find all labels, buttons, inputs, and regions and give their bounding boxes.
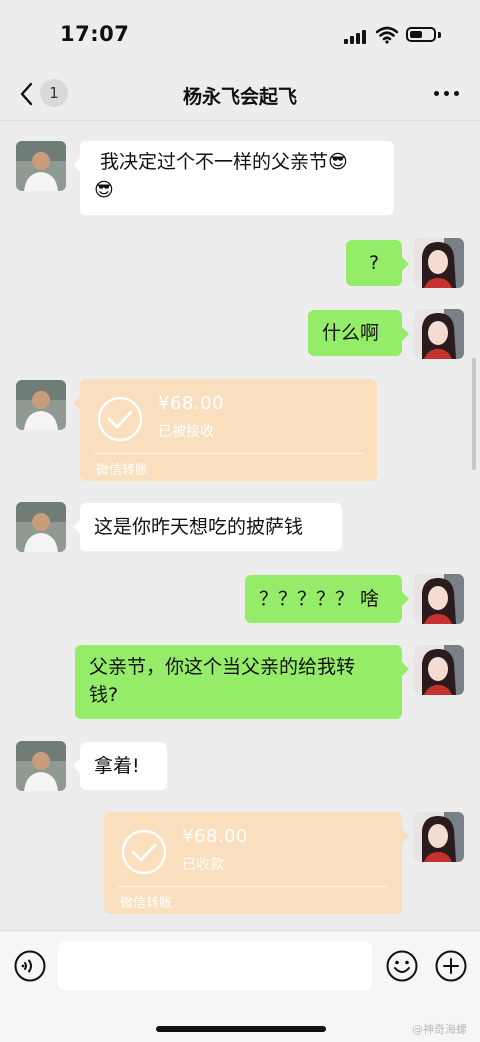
divider [118,886,388,887]
chat-header: 1 杨永飞会起飞 [0,70,480,121]
contact-avatar[interactable] [16,502,66,552]
message-text: 什么啊 [322,322,380,344]
scrollbar[interactable] [472,358,476,470]
my-avatar[interactable] [414,309,464,359]
wifi-icon [376,26,398,44]
check-circle-icon [97,396,143,442]
emoji-icon[interactable] [386,950,418,982]
divider [94,453,363,454]
transfer-status: 已收款 [182,857,224,873]
transfer-status: 已被接收 [158,424,214,440]
message-text: 我决定过个不一样的父亲节😎 [100,151,348,173]
battery-cap [438,32,441,38]
message-bubble-outgoing[interactable]: ？？？？？ 啥 [245,575,409,623]
transfer-card-incoming[interactable]: ¥68.00 已被接收 微信转账 [73,379,377,481]
input-bar [0,930,480,1042]
my-avatar[interactable] [414,574,464,624]
message-bubble-incoming[interactable]: 这是你昨天想吃的披萨钱 [73,503,342,551]
status-bar: 17:07 [0,0,480,70]
message-bubble-outgoing[interactable]: ? [346,240,409,286]
more-options-icon[interactable] [432,80,462,104]
battery-level [410,31,422,38]
my-avatar[interactable] [414,645,464,695]
contact-avatar[interactable] [16,741,66,791]
message-text: ？？？？？ 啥 [259,588,380,610]
message-bubble-incoming[interactable]: 我决定过个不一样的父亲节😎 😎 [73,141,394,215]
message-input[interactable] [58,942,372,990]
message-text-line2: 😎 [94,179,114,201]
home-indicator[interactable] [156,1026,326,1032]
transfer-label: 微信转账 [120,896,173,911]
message-text: 父亲节，你这个当父亲的给我转 [89,656,356,678]
message-bubble-outgoing[interactable]: 父亲节，你这个当父亲的给我转 钱? [75,645,409,719]
transfer-label: 微信转账 [96,463,149,478]
transfer-amount: ¥68.00 [182,826,248,847]
contact-avatar[interactable] [16,141,66,191]
check-circle-icon [121,829,167,875]
status-time: 17:07 [60,22,130,46]
message-bubble-incoming[interactable]: 拿着! [73,742,167,790]
cellular-signal-icon [344,30,368,44]
contact-avatar[interactable] [16,380,66,430]
plus-icon[interactable] [435,950,467,982]
watermark: @神奇海螺 [412,1023,467,1036]
transfer-amount: ¥68.00 [158,393,224,414]
my-avatar[interactable] [414,812,464,862]
battery-icon [406,27,436,42]
message-text: 拿着! [94,755,140,777]
message-text: ? [368,252,380,274]
message-text-line2: 钱? [89,684,119,706]
my-avatar[interactable] [414,238,464,288]
chat-title: 杨永飞会起飞 [182,86,297,108]
message-text: 这是你昨天想吃的披萨钱 [94,516,304,538]
transfer-card-outgoing[interactable]: ¥68.00 已收款 微信转账 [104,812,409,914]
voice-icon[interactable] [14,950,46,982]
message-bubble-outgoing[interactable]: 什么啊 [308,310,409,356]
